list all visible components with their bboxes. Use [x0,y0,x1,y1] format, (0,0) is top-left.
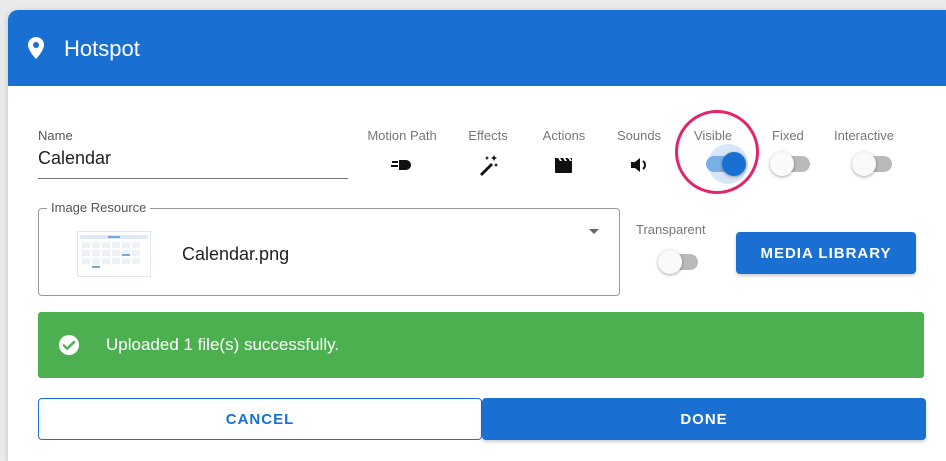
name-field[interactable]: Calendar [38,148,111,169]
dialog-header: Hotspot [8,10,946,86]
speaker-icon [631,158,646,172]
media-library-button[interactable]: MEDIA LIBRARY [736,232,916,274]
transparent-toggle-knob [658,250,682,274]
success-alert: Uploaded 1 file(s) successfully. [38,312,924,378]
clapperboard-icon [555,158,572,173]
fixed-toggle[interactable] [770,152,810,176]
effects-tool[interactable]: Effects [460,128,516,182]
fixed-toggle-knob [770,152,794,176]
fixed-toggle-group: Fixed [772,128,804,143]
actions-tool[interactable]: Actions [534,128,594,182]
magic-wand-icon [480,155,498,176]
done-button[interactable]: DONE [482,398,926,440]
interactive-toggle-group: Interactive [834,128,894,143]
name-field-underline [38,178,348,179]
name-field-label: Name [38,128,73,143]
image-resource-select[interactable]: Image Resource Calendar.png [38,200,620,296]
success-message: Uploaded 1 file(s) successfully. [106,335,340,354]
image-resource-label: Image Resource [47,200,151,215]
calendar-thumbnail [77,231,151,277]
interactive-toggle[interactable] [852,152,892,176]
dialog-title: Hotspot [64,36,140,61]
interactive-toggle-knob [852,152,876,176]
sounds-label: Sounds [616,128,662,143]
image-file-name: Calendar.png [182,244,290,264]
dropdown-caret-icon[interactable] [589,229,599,234]
motion-path-label: Motion Path [367,128,437,143]
transparent-toggle[interactable] [658,250,698,274]
highlight-circle [675,110,759,194]
actions-label: Actions [542,128,586,143]
map-pin-icon [28,37,44,59]
motion-path-tool[interactable]: Motion Path [354,128,450,182]
effects-label: Effects [468,128,508,143]
interactive-label: Interactive [834,128,894,143]
motion-path-icon [391,160,411,170]
check-circle-icon [59,335,79,355]
cancel-button[interactable]: CANCEL [38,398,482,440]
transparent-label: Transparent [636,222,706,237]
fixed-label: Fixed [772,128,804,143]
sounds-tool[interactable]: Sounds [608,128,670,182]
hotspot-dialog: Hotspot Name Calendar Motion Path Effect… [8,10,946,461]
